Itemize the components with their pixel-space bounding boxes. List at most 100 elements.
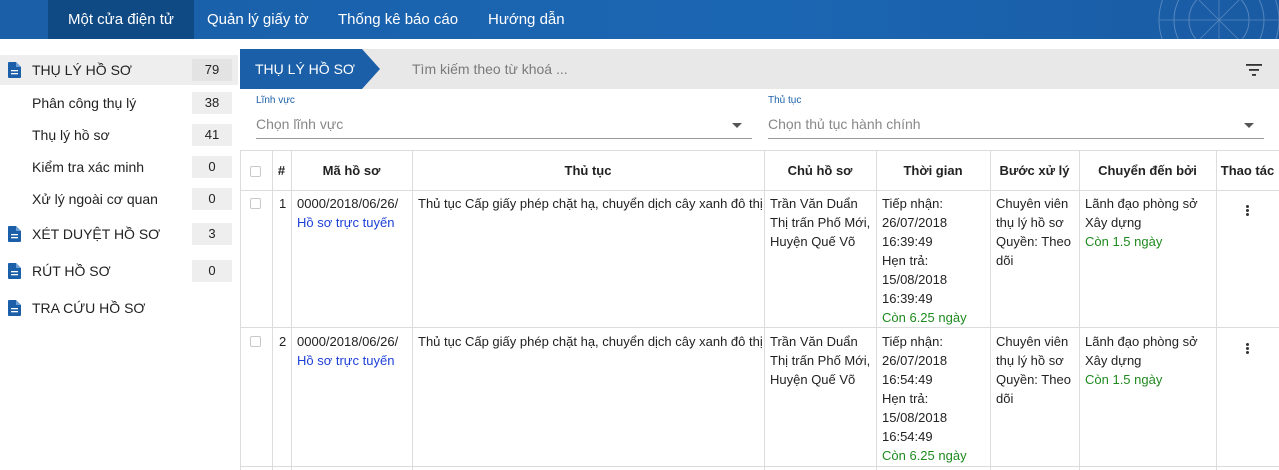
step-line: thụ lý hồ sơ	[996, 215, 1064, 230]
field-filter-label: Lĩnh vực	[256, 95, 295, 106]
from-line: Xây dựng	[1085, 215, 1142, 230]
count-badge: 41	[192, 124, 232, 146]
column-header-procedure: Thủ tục	[564, 163, 612, 178]
owner-name: Trần Văn Duẩn	[770, 196, 858, 211]
document-icon	[8, 62, 21, 78]
online-record-link[interactable]: Hồ sơ trực tuyến	[297, 351, 394, 370]
step-line: dõi	[996, 391, 1014, 406]
nav-item-reports[interactable]: Thống kê báo cáo	[318, 0, 478, 39]
field-select[interactable]: Chọn lĩnh vực	[256, 111, 752, 139]
count-badge: 0	[192, 260, 232, 282]
column-header-step: Bước xử lý	[999, 163, 1070, 178]
sidebar-item-assign[interactable]: Phân công thụ lý 38	[0, 88, 238, 118]
time-line: 16:39:49	[882, 291, 933, 306]
document-icon	[8, 300, 21, 316]
procedure-name: Thủ tục Cấp giấy phép chặt hạ, chuyển dị…	[418, 334, 763, 349]
owner-address: Huyện Quế Võ	[770, 372, 856, 387]
document-icon	[8, 226, 21, 242]
step-line: dõi	[996, 253, 1014, 268]
time-line: Tiếp nhận:	[882, 196, 943, 211]
section-title: THỤ LÝ HỒ SƠ	[255, 61, 355, 77]
sidebar-item-label: RÚT HỒ SƠ	[32, 263, 111, 279]
procedure-name: Thủ tục Cấp giấy phép chặt hạ, chuyển dị…	[418, 196, 763, 211]
count-badge: 0	[192, 156, 232, 178]
time-remaining: Còn 6.25 ngày	[882, 310, 967, 325]
divider	[240, 327, 1279, 328]
time-line: Hẹn trả:	[882, 253, 929, 268]
sidebar-item-label: Kiểm tra xác minh	[32, 159, 145, 175]
filter-icon[interactable]	[1246, 64, 1262, 76]
owner-name: Trần Văn Duẩn	[770, 334, 858, 349]
time-line: 26/07/2018	[882, 215, 948, 230]
sidebar-item-external[interactable]: Xử lý ngoài cơ quan 0	[0, 184, 238, 214]
divider	[240, 466, 1279, 467]
sidebar-item-lookup[interactable]: TRA CỨU HỒ SƠ	[0, 293, 238, 323]
search-input[interactable]: Tìm kiếm theo từ khoá ...	[412, 49, 568, 89]
from-line: Xây dựng	[1085, 353, 1142, 368]
nav-item-documents[interactable]: Quản lý giấy tờ	[187, 0, 329, 39]
time-line: 15/08/2018	[882, 272, 948, 287]
more-actions-icon[interactable]	[1246, 205, 1250, 217]
time-line: 26/07/2018	[882, 353, 948, 368]
sidebar-item-label: XÉT DUYỆT HỒ SƠ	[32, 226, 161, 242]
column-header-actions: Thao tác	[1220, 163, 1275, 178]
divider	[291, 150, 292, 470]
from-line: Lãnh đạo phòng sở	[1085, 334, 1198, 349]
step-line: Quyền: Theo	[996, 234, 1071, 249]
step-line: Quyền: Theo	[996, 372, 1071, 387]
count-badge: 0	[192, 188, 232, 210]
nav-item-guide[interactable]: Hướng dẫn	[468, 0, 585, 39]
decorative-pattern	[1158, 0, 1279, 39]
row-checkbox[interactable]	[250, 198, 261, 209]
procedure-filter-label: Thủ tục	[768, 95, 802, 106]
from-remaining: Còn 1.5 ngày	[1085, 372, 1163, 387]
divider	[412, 150, 413, 470]
row-index: 1	[279, 196, 287, 211]
column-header-index: #	[277, 163, 286, 178]
record-code: 0000/2018/06/26/	[297, 334, 399, 349]
document-icon	[8, 263, 21, 279]
column-header-from: Chuyển đến bởi	[1098, 163, 1197, 178]
owner-address: Huyện Quế Võ	[770, 234, 856, 249]
step-line: thụ lý hồ sơ	[996, 353, 1064, 368]
time-remaining: Còn 6.25 ngày	[882, 448, 967, 463]
owner-address: Thị trấn Phố Mới,	[770, 353, 871, 368]
divider	[876, 150, 877, 470]
sidebar-item-label: TRA CỨU HỒ SƠ	[32, 300, 146, 316]
count-badge: 3	[192, 223, 232, 245]
column-header-owner: Chủ hồ sơ	[787, 163, 853, 178]
top-nav-bar: Một cửa điện tử Quản lý giấy tờ Thống kê…	[0, 0, 1279, 39]
row-index: 2	[279, 334, 287, 349]
owner-address: Thị trấn Phố Mới,	[770, 215, 871, 230]
step-line: Chuyên viên	[996, 334, 1069, 349]
record-code: 0000/2018/06/26/	[297, 196, 399, 211]
time-line: 15/08/2018	[882, 410, 948, 425]
select-all-checkbox[interactable]	[250, 166, 261, 177]
nav-item-one-stop[interactable]: Một cửa điện tử	[48, 0, 194, 39]
time-line: 16:54:49	[882, 372, 933, 387]
sidebar-item-withdraw[interactable]: RÚT HỒ SƠ 0	[0, 256, 238, 286]
sidebar-item-review[interactable]: XÉT DUYỆT HỒ SƠ 3	[0, 219, 238, 249]
online-record-link[interactable]: Hồ sơ trực tuyến	[297, 213, 394, 232]
sidebar-item-handle[interactable]: Thụ lý hồ sơ 41	[0, 120, 238, 150]
column-header-code: Mã hồ sơ	[322, 163, 381, 178]
sidebar-item-label: Phân công thụ lý	[32, 95, 137, 111]
sidebar-item-label: Xử lý ngoài cơ quan	[32, 191, 158, 207]
count-badge: 38	[192, 92, 232, 114]
row-checkbox[interactable]	[250, 336, 261, 347]
divider	[240, 150, 241, 470]
procedure-select[interactable]: Chọn thủ tục hành chính	[768, 111, 1264, 139]
column-header-time: Thời gian	[903, 163, 963, 178]
time-line: 16:54:49	[882, 429, 933, 444]
more-actions-icon[interactable]	[1246, 343, 1250, 355]
sidebar-item-processing[interactable]: THỤ LÝ HỒ SƠ 79	[0, 55, 238, 85]
sidebar-item-label: THỤ LÝ HỒ SƠ	[32, 62, 132, 78]
sidebar: THỤ LÝ HỒ SƠ 79 Phân công thụ lý 38 Thụ …	[0, 50, 238, 470]
procedure-select-placeholder: Chọn thủ tục hành chính	[768, 116, 921, 132]
chevron-down-icon	[732, 123, 742, 128]
sidebar-item-verify[interactable]: Kiểm tra xác minh 0	[0, 152, 238, 182]
from-remaining: Còn 1.5 ngày	[1085, 234, 1163, 249]
divider	[990, 150, 991, 470]
sidebar-item-label: Thụ lý hồ sơ	[32, 127, 110, 143]
from-line: Lãnh đạo phòng sở	[1085, 196, 1198, 211]
